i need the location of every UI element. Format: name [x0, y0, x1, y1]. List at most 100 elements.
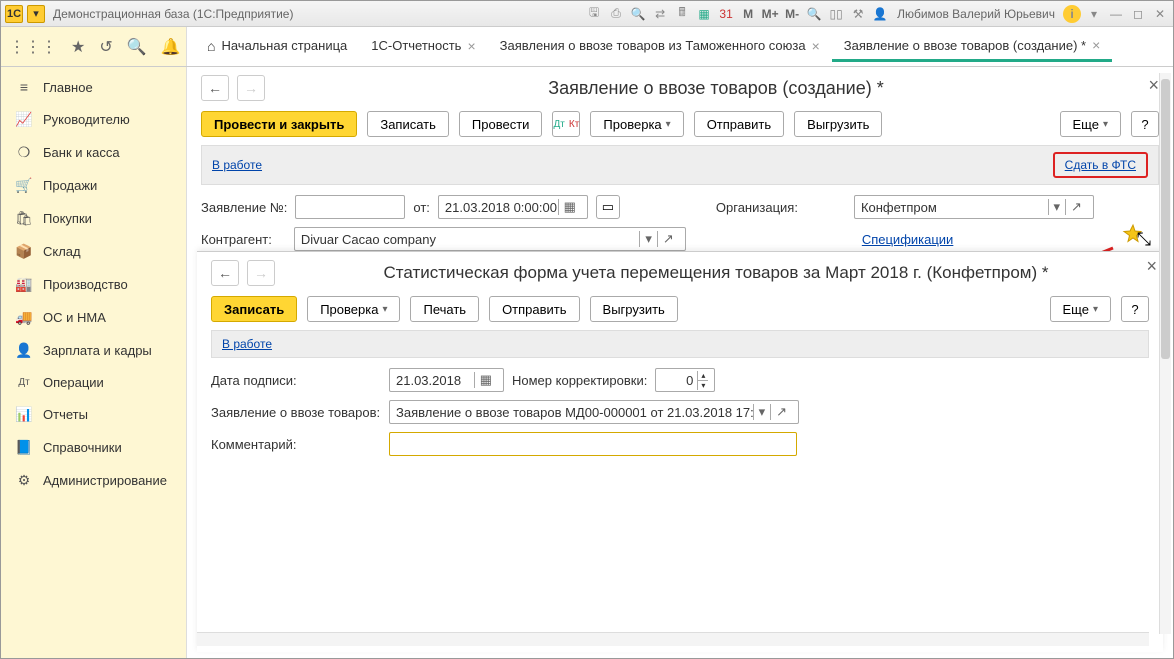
sidebar-item-production[interactable]: 🏭Производство — [1, 268, 186, 301]
import-statement-combo[interactable]: Заявление о ввозе товаров МД00-000001 от… — [389, 400, 799, 424]
dropdown-icon[interactable]: ▾ — [753, 404, 771, 420]
memory-mplus-button[interactable]: M+ — [761, 5, 779, 23]
specifications-link[interactable]: Спецификации — [862, 232, 954, 247]
sidebar-item-references[interactable]: 📘Справочники — [1, 431, 186, 464]
minimize-button[interactable]: — — [1107, 5, 1125, 23]
nav-forward-button[interactable]: → — [237, 75, 265, 101]
calendar-picker-icon[interactable]: ▦ — [474, 372, 497, 388]
search-icon[interactable]: 🔍 — [127, 37, 147, 57]
correction-number-stepper[interactable]: 0 ▴ ▾ — [655, 368, 715, 392]
calc-icon[interactable]: 🖩 — [673, 5, 691, 23]
more-button[interactable]: Еще▾ — [1060, 111, 1121, 137]
calendar-picker-icon[interactable]: ▦ — [558, 199, 581, 215]
print-icon[interactable]: ⎙ — [607, 5, 625, 23]
date-input[interactable]: 21.03.2018 0:00:00 ▦ — [438, 195, 588, 219]
info-icon[interactable]: i — [1063, 5, 1081, 23]
scrollbar-thumb[interactable] — [1161, 79, 1170, 359]
help-button[interactable]: ? — [1131, 111, 1159, 137]
tab-close-icon[interactable]: × — [467, 38, 475, 54]
tools-icon[interactable]: ⚒ — [849, 5, 867, 23]
print-button[interactable]: Печать — [410, 296, 479, 322]
stepper-up-icon[interactable]: ▴ — [698, 371, 708, 380]
panels-icon[interactable]: ▯▯ — [827, 5, 845, 23]
preview-icon[interactable]: 🔍 — [629, 5, 647, 23]
send-button[interactable]: Отправить — [694, 111, 784, 137]
tab-statement-create[interactable]: Заявление о ввозе товаров (создание) * × — [832, 31, 1113, 62]
sidebar-item-operations[interactable]: ДтОперации — [1, 367, 186, 398]
status-link[interactable]: В работе — [212, 158, 262, 172]
sidebar-item-warehouse[interactable]: 📦Склад — [1, 235, 186, 268]
sidebar-item-hr[interactable]: 👤Зарплата и кадры — [1, 334, 186, 367]
window-close-button[interactable]: ✕ — [1151, 5, 1169, 23]
zoom-icon[interactable]: 🔍 — [805, 5, 823, 23]
counterparty-combo[interactable]: Divuar Cacao company ▾ ↗ — [294, 227, 686, 251]
tab-close-icon[interactable]: × — [1092, 37, 1100, 53]
nav-forward-button[interactable]: → — [247, 260, 275, 286]
check-button[interactable]: Проверка▾ — [590, 111, 683, 137]
person-icon: 👤 — [15, 342, 33, 359]
comment-input[interactable] — [389, 432, 797, 456]
nav-back-button[interactable]: ← — [201, 75, 229, 101]
status-link[interactable]: В работе — [222, 337, 272, 351]
check-button[interactable]: Проверка▾ — [307, 296, 400, 322]
save-icon[interactable]: 🖫 — [585, 5, 603, 23]
write-button[interactable]: Записать — [367, 111, 449, 137]
memory-m-button[interactable]: M — [739, 5, 757, 23]
sidebar-item-main[interactable]: ≡Главное — [1, 71, 186, 103]
open-ref-icon[interactable]: ↗ — [1065, 199, 1087, 215]
nav-back-button[interactable]: ← — [211, 260, 239, 286]
date-extra-button[interactable]: ▭ — [596, 195, 620, 219]
horizontal-scrollbar[interactable] — [197, 632, 1149, 646]
submit-fts-link[interactable]: Сдать в ФТС — [1065, 158, 1136, 172]
label-correction-number: Номер корректировки: — [512, 373, 647, 388]
unload-button[interactable]: Выгрузить — [590, 296, 678, 322]
sidebar-item-manager[interactable]: 📈Руководителю — [1, 103, 186, 136]
apps-icon[interactable]: ⋮⋮⋮ — [9, 37, 57, 57]
sidebar-item-purchases[interactable]: 🛍Покупки — [1, 202, 186, 235]
open-ref-icon[interactable]: ↗ — [770, 404, 792, 420]
send-button[interactable]: Отправить — [489, 296, 579, 322]
info-dropdown-icon[interactable]: ▾ — [1085, 5, 1103, 23]
app-menu-dropdown[interactable]: ▾ — [27, 5, 45, 23]
sidebar-item-admin[interactable]: ⚙Администрирование — [1, 464, 186, 497]
maximize-button[interactable]: ◻ — [1129, 5, 1147, 23]
organization-value: Конфетпром — [861, 200, 937, 215]
tab-close-icon[interactable]: × — [812, 38, 820, 54]
sidebar-item-assets[interactable]: 🚚ОС и НМА — [1, 301, 186, 334]
history-icon[interactable]: ↺ — [99, 37, 112, 57]
memory-mminus-button[interactable]: M- — [783, 5, 801, 23]
subform-close-button[interactable]: × — [1146, 256, 1157, 277]
sidebar: ≡Главное 📈Руководителю ❍Банк и касса 🛒Пр… — [1, 67, 187, 658]
dropdown-icon[interactable]: ▾ — [1048, 199, 1066, 215]
calendar-31-icon[interactable]: 31 — [717, 5, 735, 23]
tab-statements-list[interactable]: Заявления о ввозе товаров из Таможенного… — [488, 32, 832, 62]
open-ref-icon[interactable]: ↗ — [657, 231, 679, 247]
notifications-icon[interactable]: 🔔 — [161, 37, 181, 57]
tab-label: Заявление о ввозе товаров (создание) * — [844, 38, 1086, 53]
sidebar-item-sales[interactable]: 🛒Продажи — [1, 169, 186, 202]
tab-reporting[interactable]: 1С-Отчетность × — [359, 32, 487, 62]
dropdown-icon[interactable]: ▾ — [639, 231, 657, 247]
organization-combo[interactable]: Конфетпром ▾ ↗ — [854, 195, 1094, 219]
sign-date-input[interactable]: 21.03.2018 ▦ — [389, 368, 504, 392]
sidebar-item-bank[interactable]: ❍Банк и касса — [1, 136, 186, 169]
label-sign-date: Дата подписи: — [211, 373, 381, 388]
sidebar-item-reports[interactable]: 📊Отчеты — [1, 398, 186, 431]
write-button[interactable]: Записать — [211, 296, 297, 322]
statement-number-input[interactable] — [295, 195, 405, 219]
more-button[interactable]: Еще▾ — [1050, 296, 1111, 322]
calendar-icon[interactable]: ▦ — [695, 5, 713, 23]
post-button[interactable]: Провести — [459, 111, 543, 137]
unload-button[interactable]: Выгрузить — [794, 111, 882, 137]
help-button[interactable]: ? — [1121, 296, 1149, 322]
form-close-button[interactable]: × — [1148, 75, 1159, 96]
post-and-close-button[interactable]: Провести и закрыть — [201, 111, 357, 137]
favorite-icon[interactable]: ★ — [71, 37, 85, 57]
dtkt-button[interactable]: ДтКт — [552, 111, 580, 137]
tab-home[interactable]: ⌂ Начальная страница — [195, 32, 359, 62]
sidebar-item-label: Справочники — [43, 440, 122, 455]
compare-icon[interactable]: ⇄ — [651, 5, 669, 23]
vertical-scrollbar[interactable] — [1159, 73, 1171, 634]
user-name[interactable]: Любимов Валерий Юрьевич — [897, 7, 1055, 21]
stepper-down-icon[interactable]: ▾ — [698, 380, 708, 390]
